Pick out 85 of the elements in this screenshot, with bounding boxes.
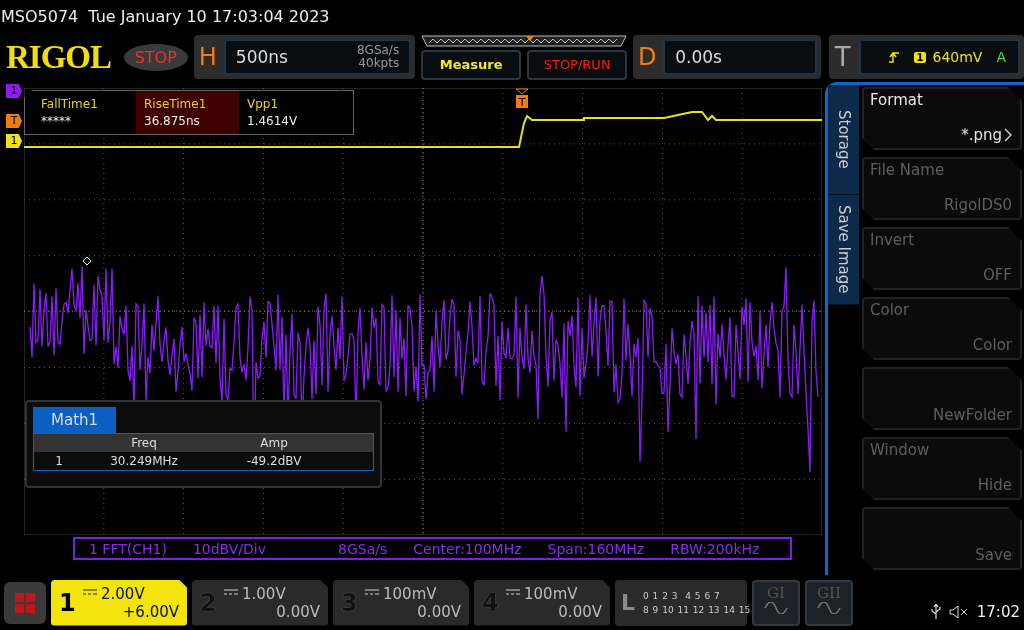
measurement-name: RiseTime1 xyxy=(144,97,208,111)
measurement-value: ***** xyxy=(41,114,72,128)
horizontal-panel[interactable]: H 500ns 8GSa/s 40kpts xyxy=(193,35,416,79)
rising-edge-icon xyxy=(887,51,900,63)
measurement-item[interactable]: RiseTime1 36.875ns xyxy=(136,91,239,134)
menu-softkey[interactable]: Format *.png xyxy=(862,87,1022,150)
channel-offset-marker[interactable]: 1 xyxy=(6,84,22,98)
channel-number: 1 xyxy=(59,588,77,617)
menu-title: Save Image xyxy=(828,195,859,305)
measurement-item[interactable]: Vpp1 1.4614V xyxy=(239,91,342,134)
channel-offset: 0.00V xyxy=(417,602,461,621)
softkey-value: RigolDS0 xyxy=(943,196,1012,214)
channel-offset: +6.00V xyxy=(122,602,179,621)
trigger-source-badge: 1 xyxy=(913,51,927,63)
softkey-label: Window xyxy=(870,441,931,461)
sine-wave-icon xyxy=(817,601,841,614)
generator-label: GII xyxy=(817,583,841,602)
trigger-label: T xyxy=(833,42,852,72)
peak-marker-icon xyxy=(82,256,92,266)
fft-setting: Center:100MHz xyxy=(413,540,522,557)
softkey-value: Hide xyxy=(977,476,1012,494)
fft-setting: Span:160MHz xyxy=(547,540,645,557)
fft-setting: 8GSa/s xyxy=(338,540,388,557)
model-name: MSO5074 xyxy=(1,6,79,26)
softkey-value: Save xyxy=(975,546,1012,564)
measurement-value: 1.4614V xyxy=(247,114,299,128)
four-squares-icon xyxy=(14,591,36,614)
table-cell-text: -49.2dBV xyxy=(245,454,303,468)
channel-scale: 2.00V xyxy=(101,584,146,603)
channel-scale: 1.00V xyxy=(242,584,287,603)
generator-label: GI xyxy=(767,583,785,602)
stop-run-button[interactable]: STOP/RUN xyxy=(527,49,628,80)
channel-tile[interactable]: 1 2.00V +6.00V xyxy=(51,579,187,626)
channel-offset: 0.00V xyxy=(558,602,602,621)
table-cell-text: 30.249MHz xyxy=(109,454,179,468)
dc-coupling-icon xyxy=(224,588,238,595)
softkey-value: *.png xyxy=(961,126,1002,144)
measurement-value: 36.875ns xyxy=(144,114,201,128)
menu-title: Storage xyxy=(828,85,859,195)
sine-wave-icon xyxy=(764,601,788,614)
trigger-panel[interactable]: T 1 640mV A xyxy=(828,35,1024,79)
softkey-label: Invert xyxy=(870,231,916,251)
softkey-value: Color xyxy=(972,336,1012,354)
delay-panel[interactable]: D 0.00s xyxy=(633,35,821,79)
logic-label: L xyxy=(621,590,636,615)
measure-button[interactable]: Measure xyxy=(421,49,522,80)
channel-offset-marker[interactable]: T xyxy=(6,114,22,128)
softkey-label: Format xyxy=(870,91,924,111)
softkey-label: Color xyxy=(870,301,911,321)
math-tab[interactable]: Math1 xyxy=(33,407,117,433)
logic-channel-numbers: 0 1 2 3 4 5 6 7 xyxy=(643,589,721,603)
column-header: Freq xyxy=(130,436,158,450)
channel-scale: 100mV xyxy=(524,584,579,603)
dc-coupling-icon xyxy=(506,588,520,595)
channel-offset: 0.00V xyxy=(276,602,320,621)
dc-coupling-icon xyxy=(83,588,97,595)
table-cell-text: 1 xyxy=(54,454,64,468)
measurement-item[interactable]: FallTime1 ***** xyxy=(33,91,136,134)
memory-depth: 40kpts xyxy=(358,57,400,70)
softkey-label: File Name xyxy=(870,161,946,181)
home-menu-button[interactable] xyxy=(4,581,46,624)
fft-setting: 1 FFT(CH1) xyxy=(89,540,167,557)
chevron-right-icon xyxy=(1004,128,1012,142)
fft-setting: 10dBV/Div xyxy=(192,540,267,557)
column-header: Amp xyxy=(259,436,289,450)
trigger-mode: A xyxy=(996,49,1006,65)
softkey-value: NewFolder xyxy=(932,406,1012,424)
channel-offset-marker[interactable]: 1 xyxy=(6,134,22,148)
measurement-name: Vpp1 xyxy=(247,97,280,111)
sample-rate: 8GSa/s xyxy=(356,44,400,57)
delay-value: 0.00s xyxy=(675,47,722,67)
timebase-value: 500ns xyxy=(235,47,288,67)
usb-icon xyxy=(930,603,941,620)
horizontal-label: H xyxy=(197,43,218,71)
measurement-name: FallTime1 xyxy=(41,97,99,111)
fft-setting: RBW:200kHz xyxy=(670,540,760,557)
speaker-muted-icon xyxy=(948,604,969,619)
delay-label: D xyxy=(637,43,658,71)
date-time: Tue January 10 17:03:04 2023 xyxy=(88,6,330,26)
softkey-value: OFF xyxy=(982,266,1012,284)
status-time: 17:02 xyxy=(976,602,1020,621)
channel-scale: 100mV xyxy=(383,584,438,603)
dc-coupling-icon xyxy=(365,588,379,595)
trigger-level: 640mV xyxy=(932,49,983,65)
brand-logo: RIGOL xyxy=(6,38,113,76)
